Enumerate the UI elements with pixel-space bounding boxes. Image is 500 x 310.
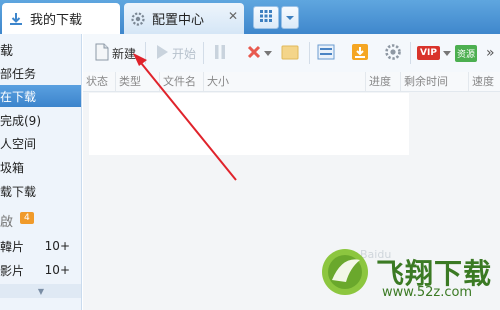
column-filename[interactable]: 文件名 [159,72,203,92]
sidebar-item-label: 完成(9) [0,113,41,128]
watermark-url: www.52z.com [382,285,473,300]
column-remaining-time[interactable]: 剩余时间 [400,72,468,92]
folder-icon [281,44,299,63]
column-size[interactable]: 大小 [203,72,365,92]
tab-config-center-label: 配置中心 [152,13,205,28]
column-type[interactable]: 类型 [115,72,159,92]
new-task-label: 新建 [112,46,137,61]
grid-view-button[interactable] [253,6,279,29]
sidebar-item-label: 人空间 [0,136,37,151]
sidebar-item-label: 圾箱 [0,160,25,175]
tab-my-downloads[interactable]: 我的下载 [2,3,120,34]
sidebar-item-movies[interactable]: 影片 10+ [0,259,81,281]
chevron-down-icon [442,46,451,60]
toolbar: 新建 开始 VIP 资源 » [83,34,500,72]
play-icon [155,44,169,63]
toolbar-divider [309,42,310,64]
folder-button[interactable] [281,41,299,65]
toolbar-divider [203,42,204,64]
column-status[interactable]: 状态 [83,72,115,92]
grid-icon [259,9,273,26]
download-box-icon [351,43,369,64]
task-list-body [89,93,409,155]
vip-button[interactable]: VIP [417,41,451,65]
start-label: 开始 [172,46,197,61]
double-chevron-right-icon: » [486,45,495,61]
task-list-header: 状态 类型 文件名 大小 进度 剩余时间 速度 [83,72,500,92]
vip-icon: VIP [417,46,440,60]
sidebar: 载 部任务 在下载 完成(9) 人空间 圾箱 载下载 啟 4 韓片 10+ 影片… [0,34,82,310]
sidebar-item-label: 在下载 [0,89,37,104]
chevron-down-icon [285,11,295,25]
notification-badge: 4 [20,212,34,224]
sidebar-item-label: 部任务 [0,66,37,81]
download-icon [8,11,24,27]
sidebar-item-label: 影片 [0,263,25,278]
more-button[interactable]: » [486,41,495,65]
delete-icon [246,44,262,63]
close-icon[interactable]: ✕ [228,10,238,22]
sidebar-item-label: 韓片 [0,239,25,254]
new-task-button[interactable]: 新建 [95,41,136,65]
toolbar-divider [145,42,146,64]
list-icon [317,44,335,63]
pause-icon [213,44,227,63]
sidebar-item-downloading[interactable]: 在下载 [0,85,81,107]
settings-button[interactable] [384,41,402,65]
column-speed[interactable]: 速度 [468,72,500,92]
sidebar-item-label: 载 [0,43,14,59]
sidebar-item-count: 10+ [44,239,70,253]
sidebar-item-count: 10+ [44,263,70,277]
sidebar-item-label: 啟 [0,214,14,230]
sidebar-item-all-tasks[interactable]: 部任务 [0,62,81,84]
tab-config-center[interactable]: 配置中心 ✕ [124,3,244,34]
delete-button[interactable] [246,41,272,65]
sidebar-item-korean-films[interactable]: 韓片 10+ [0,235,81,257]
resources-button[interactable]: 资源 [455,41,478,65]
sidebar-item-completed[interactable]: 完成(9) [0,109,81,131]
list-view-button[interactable] [317,41,335,65]
pause-button[interactable] [213,41,227,65]
tab-my-downloads-label: 我的下载 [30,13,83,28]
column-progress[interactable]: 进度 [365,72,400,92]
gear-icon [130,11,146,27]
sidebar-item-label: 载下载 [0,184,37,199]
sidebar-item-section[interactable]: 啟 [0,209,81,231]
sidebar-item-downloads-header[interactable]: 载 [0,38,81,60]
chevron-down-icon [264,46,272,60]
new-file-icon [95,43,109,64]
watermark-logo [318,246,372,298]
resources-icon: 资源 [455,44,478,62]
tab-strip: 我的下载 配置中心 ✕ [0,0,500,34]
sidebar-item-trash[interactable]: 圾箱 [0,156,81,178]
sidebar-item-personal-space[interactable]: 人空间 [0,132,81,154]
start-button[interactable]: 开始 [155,41,196,65]
gear-icon [384,43,402,64]
sidebar-item-offline-download[interactable]: 载下载 [0,180,81,202]
sidebar-scroll-down[interactable]: ▼ [0,284,81,298]
toolbar-divider [410,42,411,64]
download-manager-button[interactable] [351,41,369,65]
grid-dropdown-button[interactable] [281,6,299,29]
